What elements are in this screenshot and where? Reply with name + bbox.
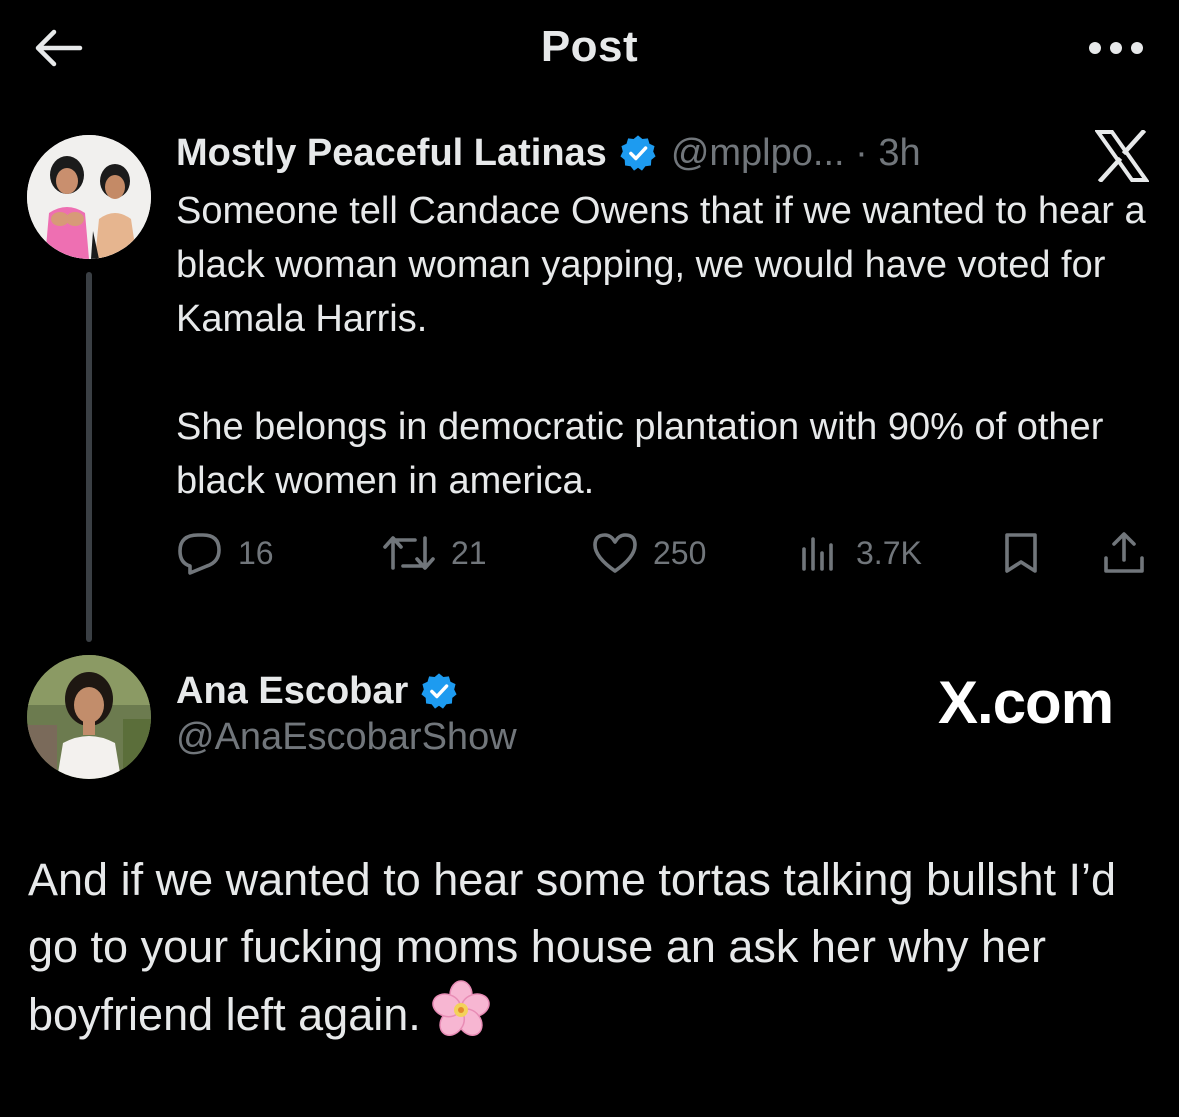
verified-badge-icon	[619, 134, 657, 172]
author-display-name[interactable]: Mostly Peaceful Latinas	[176, 132, 607, 175]
post-header: Mostly Peaceful Latinas @mplpo... · 3h	[176, 128, 921, 178]
views-chart-icon	[802, 537, 833, 571]
verified-badge-icon	[420, 672, 458, 710]
reply-count: 16	[238, 534, 274, 571]
post-paragraph: She belongs in democratic plantation wit…	[176, 406, 1104, 502]
like-button[interactable]: 250	[591, 525, 706, 581]
avatar-photo-woman	[27, 655, 151, 779]
thread-connector-line	[86, 272, 92, 642]
views-button[interactable]: 3.7K	[798, 525, 922, 581]
reply-icon	[178, 533, 221, 575]
reply-author-display-name[interactable]: Ana Escobar	[176, 670, 408, 713]
view-count: 3.7K	[856, 534, 922, 571]
repost-count: 21	[451, 534, 487, 571]
like-count: 250	[653, 534, 707, 571]
share-button[interactable]	[1101, 525, 1147, 581]
heart-icon	[593, 533, 637, 573]
bookmark-icon	[1005, 533, 1037, 573]
repost-icon	[383, 536, 435, 570]
reply-button[interactable]: 16	[176, 525, 274, 581]
more-horizontal-icon	[1089, 42, 1143, 54]
more-options-button[interactable]	[1081, 26, 1151, 70]
reply-body: And if we wanted to hear some tortas tal…	[28, 854, 1117, 1040]
post-text: Someone tell Candace Owens that if we wa…	[176, 184, 1166, 508]
cherry-blossom-icon	[431, 980, 491, 1040]
x-com-watermark: X.com	[938, 669, 1114, 736]
bookmark-button[interactable]	[999, 525, 1043, 581]
avatar-photo-two-women	[27, 135, 151, 259]
reply-text: And if we wanted to hear some tortas tal…	[28, 846, 1148, 1048]
share-icon	[1104, 532, 1144, 573]
post-paragraph: Someone tell Candace Owens that if we wa…	[176, 190, 1146, 340]
post-action-bar: 16 21 250 3.7K	[176, 525, 1151, 581]
x-logo-icon	[1094, 128, 1150, 184]
reply-author-handle[interactable]: @AnaEscobarShow	[176, 716, 517, 759]
author-handle-and-time[interactable]: @mplpo... · 3h	[671, 132, 921, 175]
avatar[interactable]	[27, 655, 151, 779]
reply-author-header: Ana Escobar	[176, 666, 458, 716]
avatar[interactable]	[27, 135, 151, 259]
top-bar: Post	[0, 0, 1179, 100]
page-title: Post	[540, 22, 639, 71]
repost-button[interactable]: 21	[381, 525, 487, 581]
